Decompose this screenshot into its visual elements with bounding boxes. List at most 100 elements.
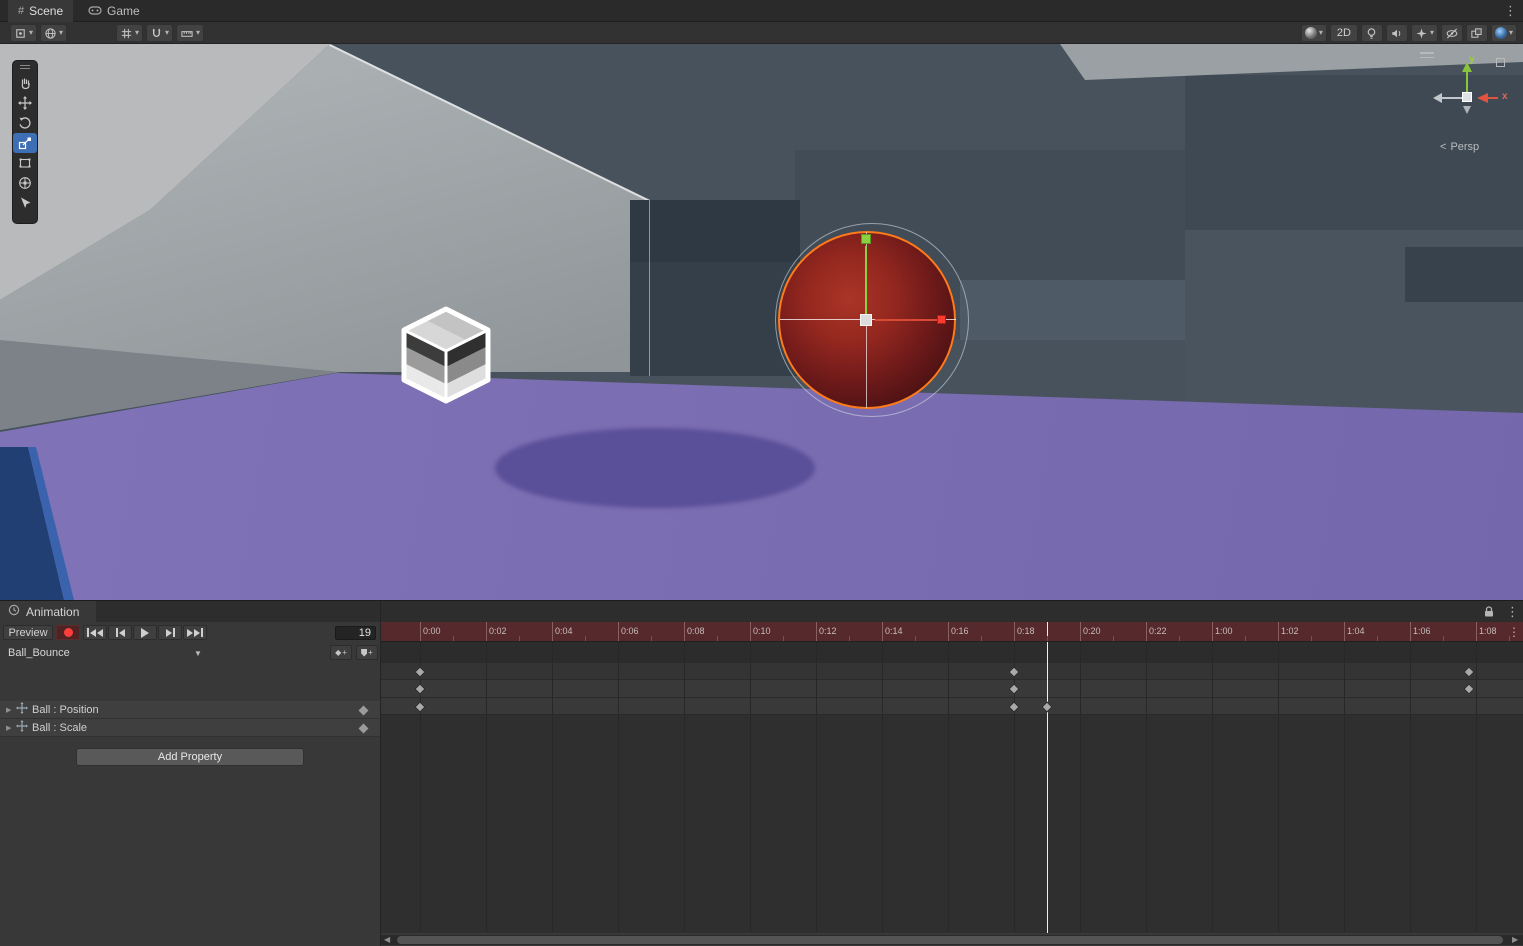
keyframe-indicator[interactable] bbox=[359, 724, 369, 734]
first-frame-button[interactable] bbox=[83, 625, 107, 640]
move-tool-button[interactable] bbox=[13, 93, 37, 113]
scale-gizmo-y-handle[interactable] bbox=[861, 234, 871, 244]
y-axis-cone[interactable] bbox=[1462, 62, 1472, 72]
scroll-left-icon[interactable]: ◀ bbox=[384, 935, 390, 945]
tool-handle-position-button[interactable]: ▾ bbox=[10, 24, 37, 42]
orientation-gizmo[interactable]: y x bbox=[1425, 52, 1520, 127]
keyframe-diamond-icon: ◆ bbox=[335, 649, 341, 657]
timeline-gridline bbox=[816, 642, 817, 933]
add-keyframe-button[interactable]: ◆ + bbox=[330, 645, 352, 660]
add-property-button[interactable]: Add Property bbox=[76, 748, 304, 766]
persp-toggle[interactable]: < Persp bbox=[1440, 141, 1479, 153]
scroll-right-icon[interactable]: ▶ bbox=[1512, 935, 1518, 945]
chevron-down-icon: ▾ bbox=[1509, 29, 1513, 37]
animation-menu-icon[interactable]: ⋮ bbox=[1506, 604, 1519, 620]
scene-viewport[interactable]: y x < Persp bbox=[0, 44, 1523, 600]
timeline-gridline bbox=[1212, 642, 1213, 933]
prev-keyframe-button[interactable] bbox=[108, 625, 132, 640]
property-row-scale[interactable]: ▶ Ball : Scale bbox=[0, 719, 380, 737]
current-frame-input[interactable] bbox=[335, 626, 376, 640]
animation-clock-icon bbox=[8, 604, 20, 619]
persp-toggle-icon: < bbox=[1440, 141, 1446, 153]
animation-tab-label: Animation bbox=[26, 605, 79, 619]
ruler-tick bbox=[1014, 622, 1015, 642]
x-axis-cone[interactable] bbox=[1477, 93, 1488, 103]
preview-label: Preview bbox=[8, 627, 47, 639]
scene-camera-settings-button[interactable]: ▾ bbox=[1491, 24, 1517, 42]
2d-toggle-button[interactable]: 2D bbox=[1330, 24, 1358, 42]
timeline-gridline bbox=[1410, 642, 1411, 933]
timeline-gridline bbox=[552, 642, 553, 933]
scale-gizmo-y-axis[interactable] bbox=[865, 246, 867, 320]
scale-gizmo-x-handle[interactable] bbox=[937, 315, 946, 324]
snap-increment-button[interactable]: ▾ bbox=[176, 24, 204, 42]
neg-z-line bbox=[1442, 97, 1462, 99]
shading-mode-button[interactable]: ▾ bbox=[1301, 24, 1327, 42]
timeline-gridline bbox=[684, 642, 685, 933]
animation-window: Animation ⋮ Preview bbox=[0, 600, 1523, 946]
effects-dropdown-button[interactable]: ▾ bbox=[1411, 24, 1438, 42]
ruler-minor-tick bbox=[1311, 636, 1312, 641]
custom-tool-button[interactable] bbox=[13, 193, 37, 213]
window-tab-bar: # Scene Game ⋮ bbox=[0, 0, 1523, 22]
ruler-tick-label: 0:06 bbox=[621, 626, 639, 636]
play-button[interactable] bbox=[133, 625, 157, 640]
playhead-line[interactable] bbox=[1047, 642, 1048, 933]
chevron-down-icon: ▾ bbox=[59, 29, 63, 37]
lock-icon[interactable] bbox=[1482, 605, 1496, 621]
hscrollbar-thumb[interactable] bbox=[397, 936, 1503, 944]
component-tools-button[interactable] bbox=[1466, 24, 1488, 42]
rotate-tool-button[interactable] bbox=[13, 113, 37, 133]
clip-dropdown[interactable]: Ball_Bounce ▼ bbox=[0, 642, 210, 663]
next-keyframe-button[interactable] bbox=[158, 625, 182, 640]
timeline-gridline bbox=[1080, 642, 1081, 933]
last-frame-button[interactable] bbox=[183, 625, 207, 640]
timeline-ruler[interactable]: ⋮ 0:000:020:040:060:080:100:120:140:160:… bbox=[381, 622, 1523, 642]
tool-handle-rotation-button[interactable]: ▾ bbox=[40, 24, 67, 42]
ruler-tick-label: 1:06 bbox=[1413, 626, 1431, 636]
grid-snap-button[interactable]: ▾ bbox=[146, 24, 173, 42]
timeline-gridline bbox=[1146, 642, 1147, 933]
property-name: Ball : Position bbox=[32, 704, 99, 716]
scale-tool-button[interactable] bbox=[13, 133, 37, 153]
scale-gizmo-center-handle[interactable] bbox=[860, 314, 872, 326]
property-row-position[interactable]: ▶ Ball : Position bbox=[0, 701, 380, 719]
chevron-down-icon: ▼ bbox=[194, 649, 202, 658]
timeline-gridline bbox=[1278, 642, 1279, 933]
scene-visibility-button[interactable] bbox=[1441, 24, 1463, 42]
rect-tool-button[interactable] bbox=[13, 153, 37, 173]
gizmo-center-cube[interactable] bbox=[1462, 92, 1472, 102]
scene-tab[interactable]: # Scene bbox=[8, 0, 73, 22]
transform-tool-button[interactable] bbox=[13, 173, 37, 193]
timeline-gridline bbox=[486, 642, 487, 933]
view-tool-button[interactable] bbox=[13, 73, 37, 93]
ruler-tick-label: 0:10 bbox=[753, 626, 771, 636]
audio-toggle-button[interactable] bbox=[1386, 24, 1408, 42]
overlay-drag-handle[interactable] bbox=[13, 61, 37, 73]
grid-visibility-button[interactable]: ▾ bbox=[116, 24, 143, 42]
add-event-button[interactable]: + bbox=[356, 645, 378, 660]
scale-gizmo-x-axis[interactable] bbox=[875, 319, 937, 321]
foldout-icon[interactable]: ▶ bbox=[6, 706, 16, 714]
preview-button[interactable]: Preview bbox=[3, 625, 53, 640]
ruler-tick-label: 0:22 bbox=[1149, 626, 1167, 636]
clip-name: Ball_Bounce bbox=[0, 647, 70, 659]
record-button[interactable] bbox=[56, 625, 80, 640]
asset-gizmo-cube[interactable] bbox=[398, 303, 494, 407]
animation-tab[interactable]: Animation bbox=[0, 601, 96, 622]
gamepad-icon bbox=[88, 4, 102, 18]
transform-component-icon bbox=[16, 702, 28, 717]
game-tab[interactable]: Game bbox=[78, 0, 150, 22]
timeline-hscrollbar[interactable]: ◀ ▶ bbox=[381, 935, 1523, 945]
ruler-tick bbox=[1410, 622, 1411, 642]
transform-icon bbox=[18, 176, 32, 190]
window-menu-icon[interactable]: ⋮ bbox=[1504, 3, 1517, 19]
down-axis-cone[interactable] bbox=[1463, 106, 1471, 114]
neg-z-arrowhead[interactable] bbox=[1433, 93, 1442, 103]
timeline-body[interactable] bbox=[381, 642, 1523, 933]
ruler-minor-tick bbox=[1443, 636, 1444, 641]
lighting-toggle-button[interactable] bbox=[1361, 24, 1383, 42]
keyframe-indicator[interactable] bbox=[359, 706, 369, 716]
ruler-tick bbox=[750, 622, 751, 642]
foldout-icon[interactable]: ▶ bbox=[6, 724, 16, 732]
